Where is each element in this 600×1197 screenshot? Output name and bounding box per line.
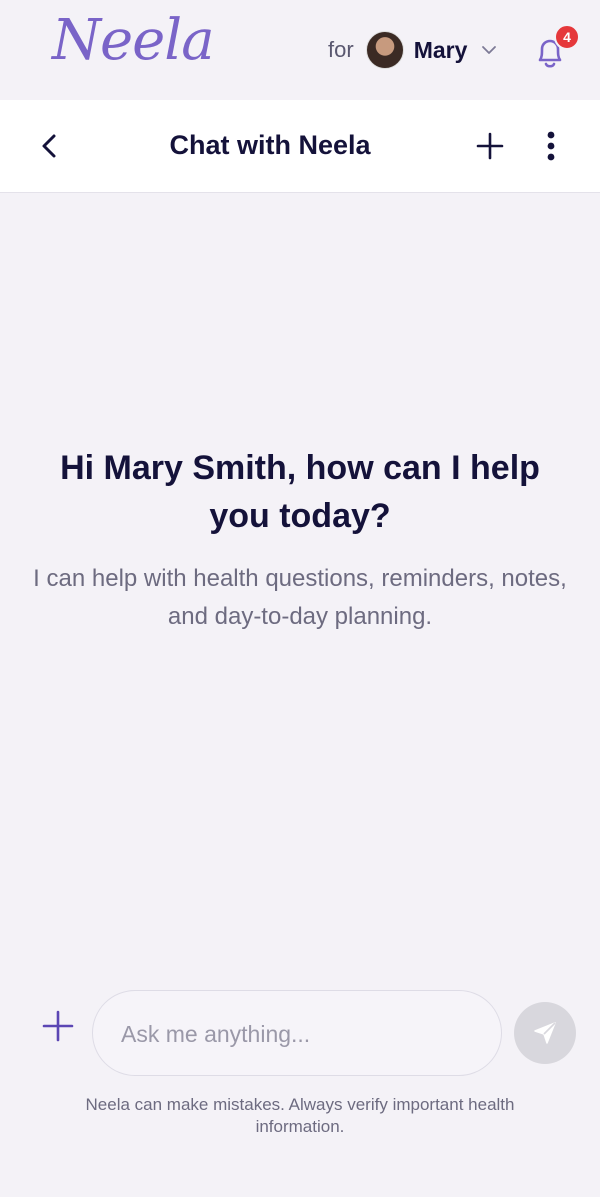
send-button[interactable]	[514, 1002, 576, 1064]
send-icon	[534, 1022, 556, 1044]
neela-logo: Neela	[52, 8, 215, 73]
more-vertical-icon[interactable]	[536, 128, 566, 164]
message-input-wrapper	[92, 990, 502, 1076]
profile-name: Mary	[413, 36, 468, 63]
notification-badge: 4	[554, 24, 580, 50]
top-bar: Neela for Mary 4	[0, 0, 600, 100]
disclaimer-text: Neela can make mistakes. Always verify i…	[85, 1095, 515, 1136]
avatar	[365, 31, 404, 69]
for-label: for	[328, 37, 354, 62]
welcome-subtitle: I can help with health questions, remind…	[33, 565, 567, 630]
attach-plus-icon[interactable]	[40, 1008, 76, 1044]
message-input[interactable]	[121, 1013, 481, 1055]
new-chat-plus-icon[interactable]	[472, 128, 508, 164]
profile-switcher[interactable]: for Mary	[328, 30, 499, 70]
chat-header: Chat with Neela	[0, 100, 600, 193]
welcome-title: Hi Mary Smith, how can I help you today?	[60, 449, 540, 535]
page-title: Chat with Neela	[169, 130, 371, 160]
chevron-down-icon	[482, 46, 497, 54]
